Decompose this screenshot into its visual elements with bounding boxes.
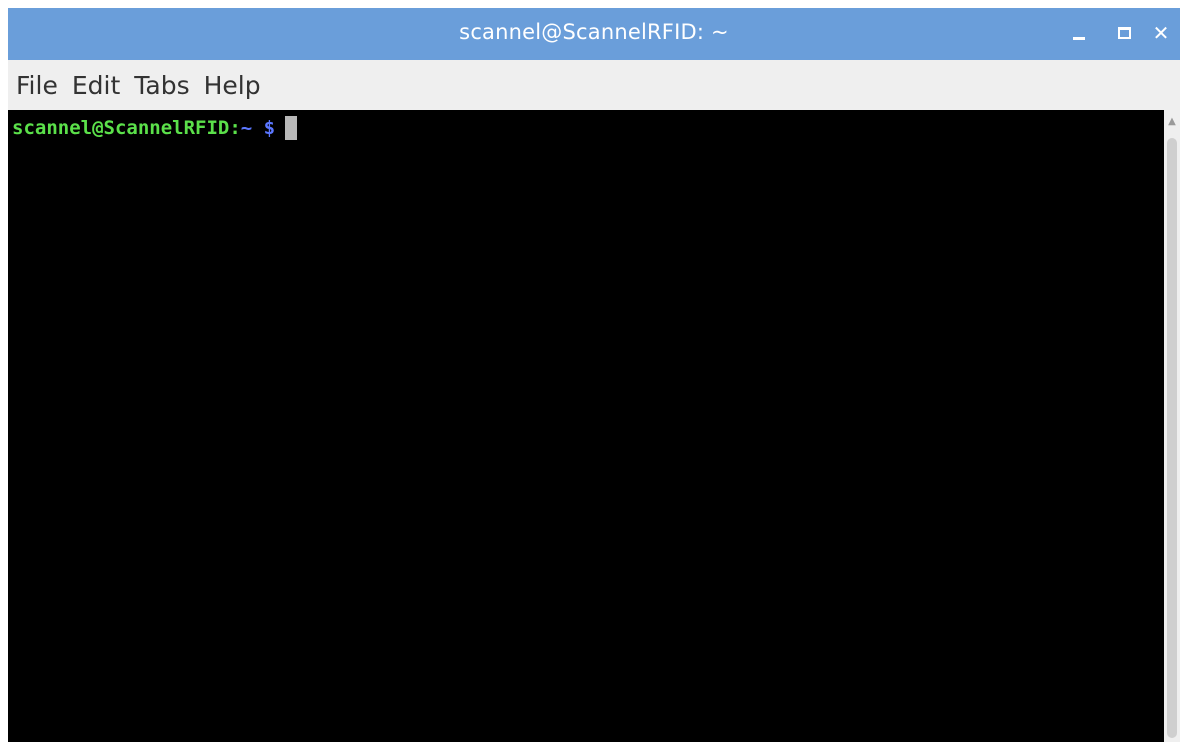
menu-edit[interactable]: Edit: [65, 71, 127, 100]
menu-file[interactable]: File: [8, 71, 65, 100]
text-cursor: [285, 116, 298, 140]
prompt-separator: :: [229, 117, 241, 139]
scroll-up-arrow-icon[interactable]: ▲: [1164, 110, 1180, 132]
maximize-button[interactable]: [1109, 18, 1139, 48]
prompt-path: ~ $: [240, 117, 276, 139]
menu-tabs[interactable]: Tabs: [127, 71, 196, 100]
terminal-window: scannel@ScannelRFID: ~ ✕ File Edit Tabs …: [8, 8, 1180, 742]
window-title: scannel@ScannelRFID: ~: [459, 20, 729, 44]
vertical-scrollbar[interactable]: ▲: [1164, 110, 1180, 742]
close-button[interactable]: ✕: [1146, 18, 1176, 48]
maximize-icon: [1117, 27, 1131, 39]
scroll-thumb[interactable]: [1167, 138, 1177, 738]
minimize-icon: [1073, 36, 1085, 40]
close-icon: ✕: [1152, 21, 1170, 45]
menu-help[interactable]: Help: [197, 71, 268, 100]
terminal-area[interactable]: scannel@ScannelRFID:~ $: [8, 110, 1164, 742]
minimize-button[interactable]: [1064, 18, 1094, 48]
menu-bar: File Edit Tabs Help: [8, 60, 1180, 110]
prompt-line: scannel@ScannelRFID:~ $: [12, 116, 298, 140]
title-bar[interactable]: scannel@ScannelRFID: ~ ✕: [8, 8, 1180, 60]
prompt-user-host: scannel@ScannelRFID: [12, 117, 230, 139]
